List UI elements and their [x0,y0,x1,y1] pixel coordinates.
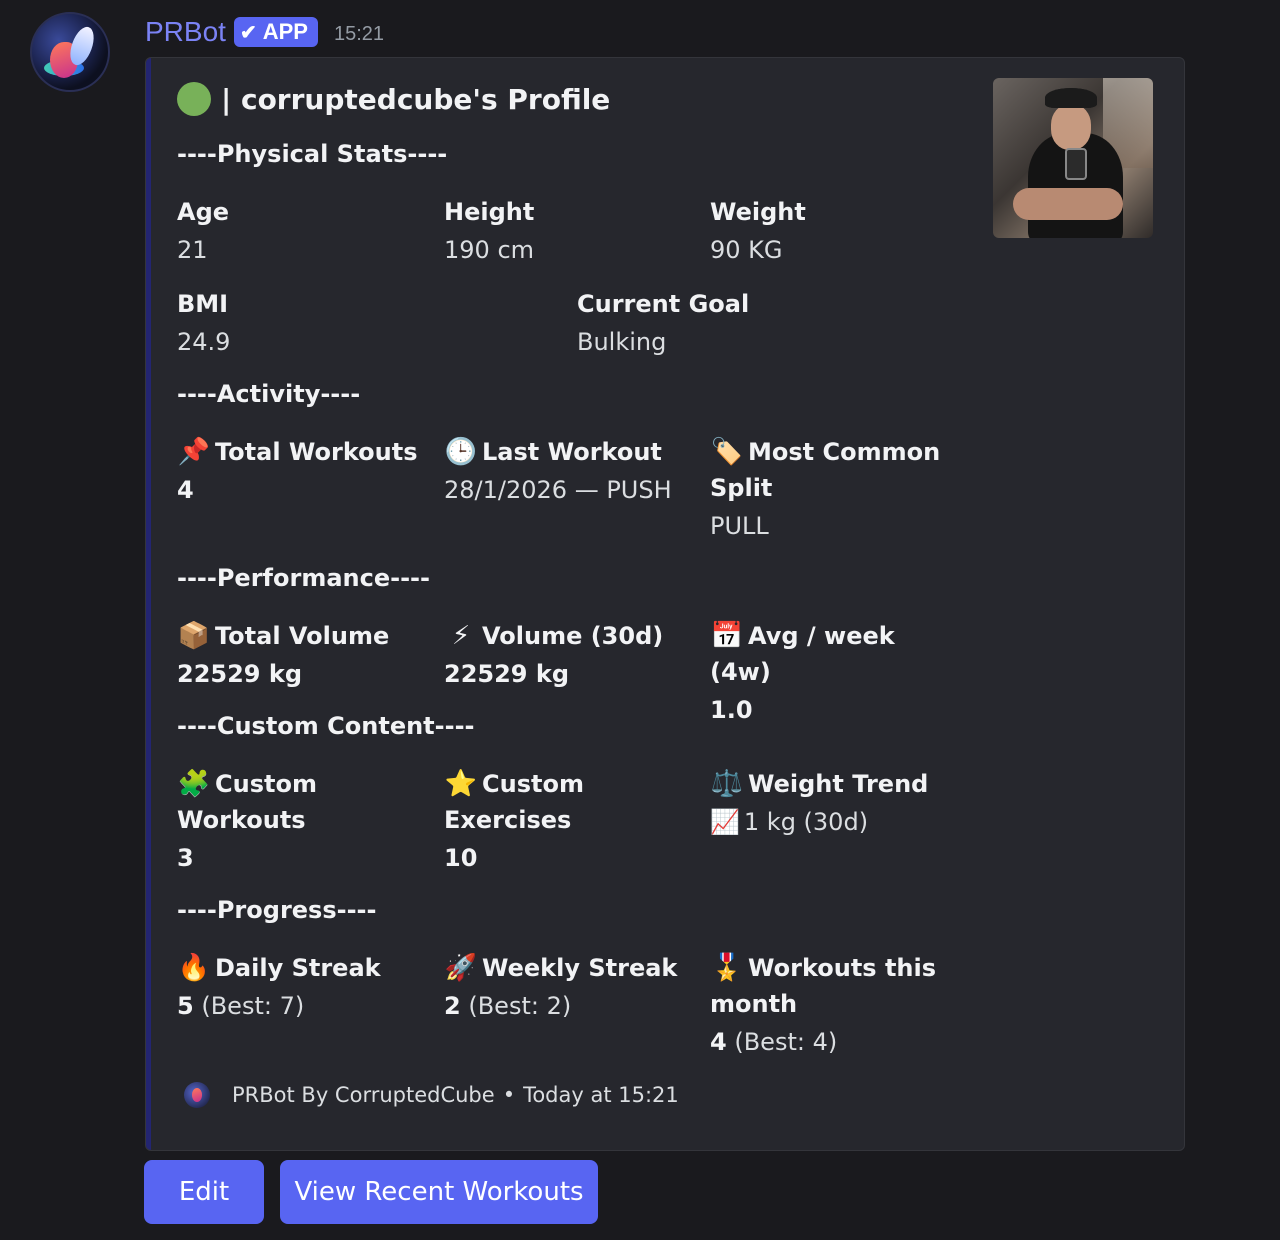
field-value: 90 KG [710,236,783,264]
footer-text: PRBot By CorruptedCube [232,1083,495,1107]
footer-bot-icon [184,1082,210,1108]
field-name: Total Volume [215,622,390,650]
field-name: Height [444,198,535,226]
field-name: Total Workouts [215,438,418,466]
field-name: Volume (30d) [482,622,664,650]
field-weight: Weight 90 KG [710,194,960,270]
footer-separator: • [502,1083,516,1107]
field-total-workouts: 📌 Total Workouts 4 [177,434,427,510]
field-value: 24.9 [177,328,231,356]
embed-title-text: | corruptedcube's Profile [221,82,611,116]
field-value: 10 [444,844,478,872]
message-timestamp[interactable]: 15:21 [334,23,384,46]
field-height: Height 190 cm [444,194,694,270]
section-performance: ----Performance---- [177,564,430,592]
package-icon: 📦 [177,621,211,651]
footer-timestamp: Today at 15:21 [523,1083,679,1107]
field-custom-workouts: 🧩 Custom Workouts 3 [177,766,357,878]
field-name: BMI [177,290,229,318]
field-custom-exercises: ⭐ Custom Exercises 10 [444,766,624,878]
field-value: 4 [177,476,194,504]
field-name: Weekly Streak [482,954,678,982]
balance-scale-icon: ⚖️ [710,769,744,799]
profile-embed: | corruptedcube's Profile ----Physical S… [145,57,1185,1151]
field-best: (Best: 2) [468,992,572,1020]
message-header: PRBot ✔ APP 15:21 [145,12,384,52]
field-current-goal: Current Goal Bulking [577,286,827,362]
section-custom-content: ----Custom Content---- [177,712,475,740]
field-value: 190 cm [444,236,535,264]
field-last-workout: 🕒 Last Workout 28/1/2026 — PUSH [444,434,704,510]
field-best: (Best: 4) [734,1028,838,1056]
star-icon: ⭐ [444,769,478,799]
field-value: 22529 kg [177,660,302,688]
field-value: 4 [710,1028,727,1056]
lightning-icon: ⚡ [451,621,471,651]
bot-message: PRBot ✔ APP 15:21 | corruptedcube's Prof… [0,0,1280,1240]
field-value: 22529 kg [444,660,569,688]
field-value: 2 [444,992,461,1020]
bot-avatar[interactable] [30,12,110,92]
field-value: 1.0 [710,696,753,724]
rocket-icon: 🚀 [444,953,478,983]
field-daily-streak: 🔥 Daily Streak 5 (Best: 7) [177,950,427,1026]
embed-title: | corruptedcube's Profile [177,82,610,116]
calendar-icon: 📅 [710,621,744,651]
field-value: 5 [177,992,194,1020]
field-weekly-streak: 🚀 Weekly Streak 2 (Best: 2) [444,950,694,1026]
field-total-volume: 📦 Total Volume 22529 kg [177,618,427,694]
field-weight-trend: ⚖️ Weight Trend 📈 1 kg (30d) [710,766,960,842]
puzzle-piece-icon: 🧩 [177,769,211,799]
field-bmi: BMI 24.9 [177,286,427,362]
view-recent-workouts-button[interactable]: View Recent Workouts [280,1160,598,1224]
field-name: Current Goal [577,290,750,318]
field-avg-week: 📅 Avg / week (4w) 1.0 [710,618,960,730]
app-badge-label: APP [262,19,308,44]
embed-footer: PRBot By CorruptedCube • Today at 15:21 [184,1082,679,1108]
field-value: 1 kg (30d) [743,808,869,836]
field-name: Last Workout [482,438,662,466]
edit-button[interactable]: Edit [144,1160,264,1224]
profile-thumbnail[interactable] [993,78,1153,238]
field-name: Weight [710,198,806,226]
field-best: (Best: 7) [201,992,305,1020]
field-value: PULL [710,512,769,540]
field-name: Most Common Split [710,438,941,502]
field-name: Age [177,198,230,226]
field-workouts-this-month: 🎖️ Workouts this month 4 (Best: 4) [710,950,940,1062]
field-name: Weight Trend [748,770,929,798]
embed-color-bar [146,58,151,1150]
pushpin-icon: 📌 [177,437,211,467]
green-circle-icon [177,82,211,116]
section-activity: ----Activity---- [177,380,361,408]
author-name[interactable]: PRBot [145,16,226,48]
label-tag-icon: 🏷️ [710,437,744,467]
fire-icon: 🔥 [177,953,211,983]
field-volume-30d: ⚡ Volume (30d) 22529 kg [444,618,694,694]
clock-icon: 🕒 [444,437,478,467]
field-value: 3 [177,844,194,872]
section-progress: ----Progress---- [177,896,377,924]
field-value: Bulking [577,328,667,356]
field-value: 21 [177,236,208,264]
section-physical-stats: ----Physical Stats---- [177,140,448,168]
field-most-common-split: 🏷️ Most Common Split PULL [710,434,950,546]
chart-increasing-icon: 📈 [710,808,740,836]
field-age: Age 21 [177,194,427,270]
verified-check-icon: ✔ [239,21,257,44]
field-value: 28/1/2026 — PUSH [444,476,672,504]
military-medal-icon: 🎖️ [710,953,744,983]
app-badge: ✔ APP [233,17,318,47]
field-name: Daily Streak [215,954,381,982]
